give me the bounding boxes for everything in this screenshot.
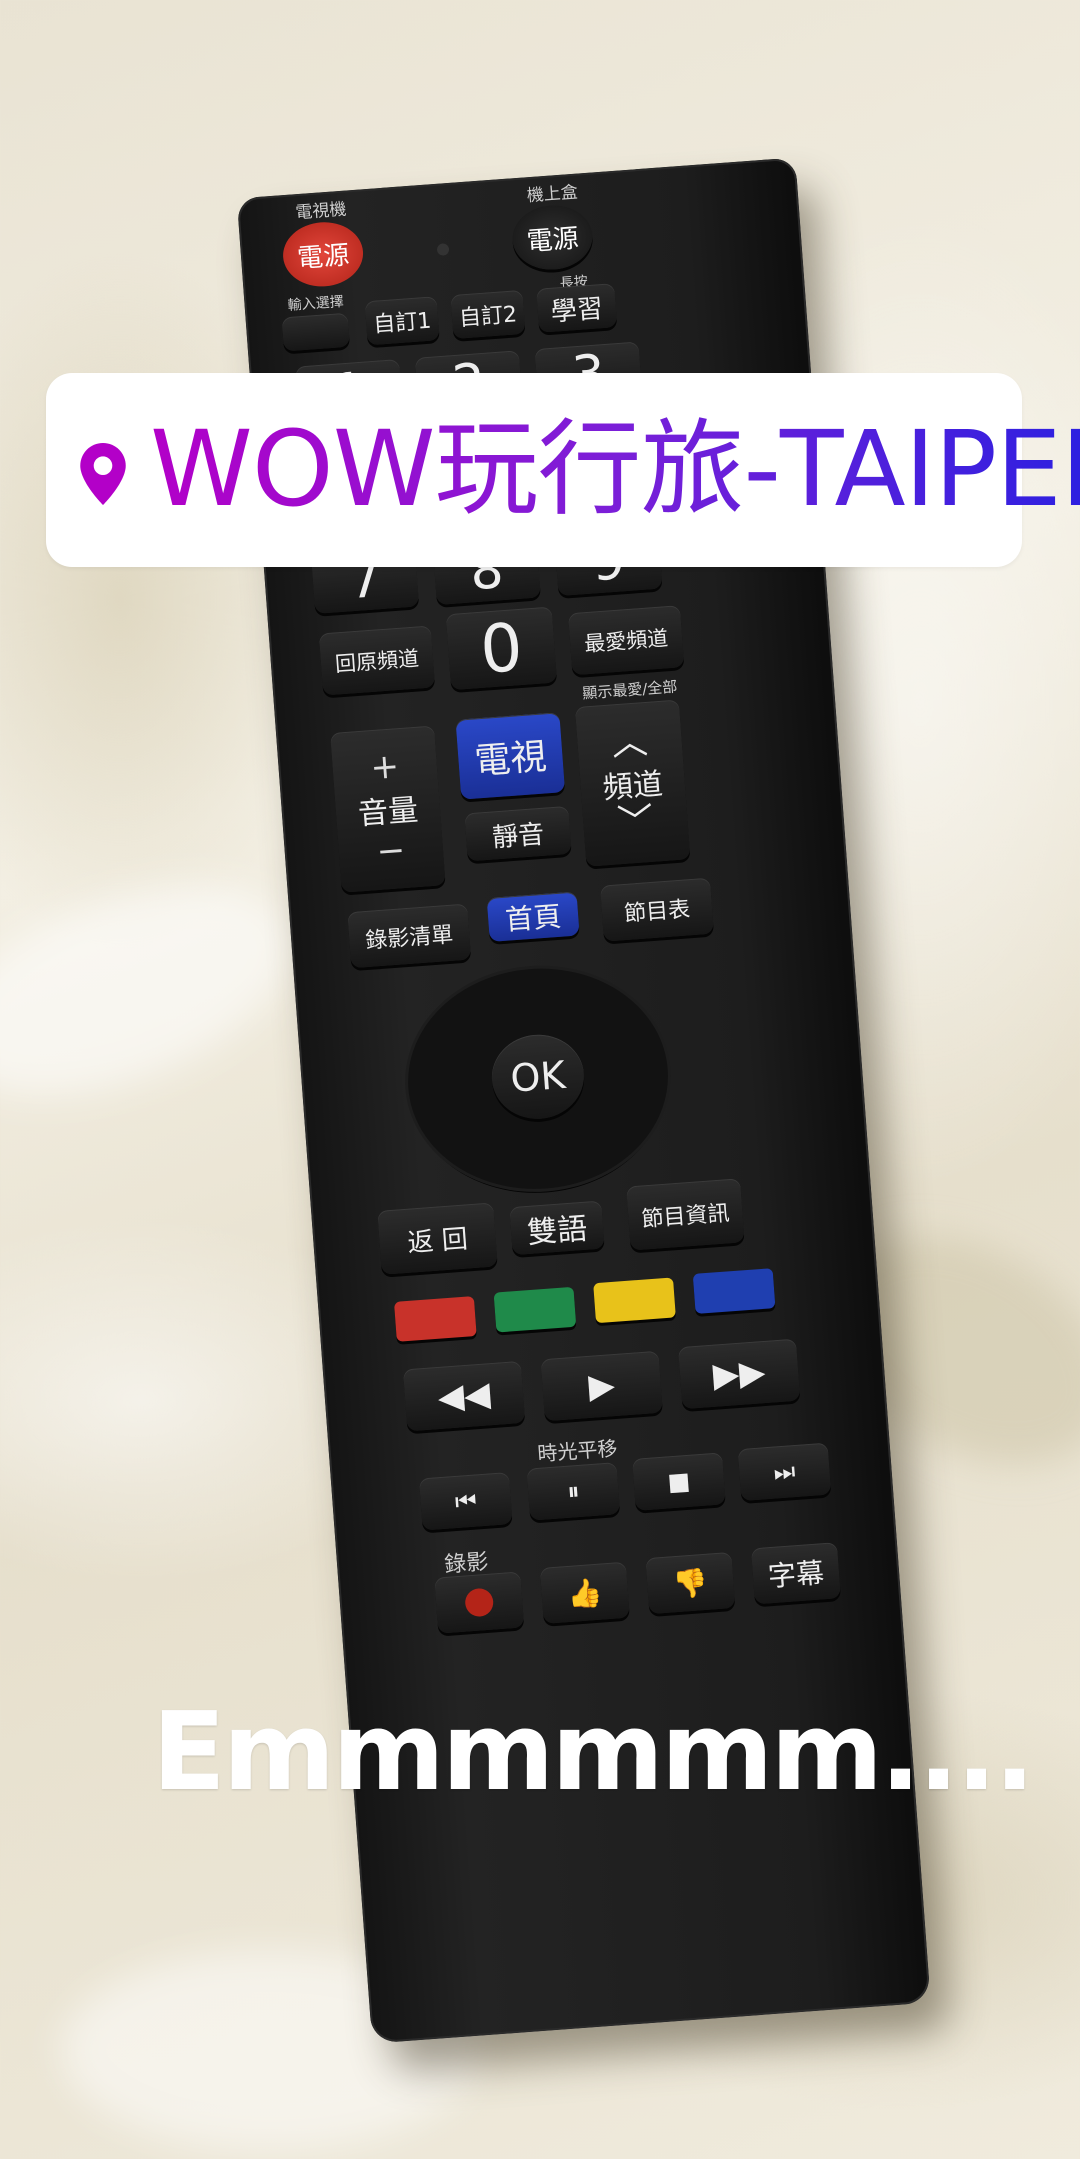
next-button[interactable]: ⏭ xyxy=(737,1442,832,1502)
channel-rocker[interactable]: ︿ 頻道 ﹀ xyxy=(574,699,691,867)
ir-led-icon xyxy=(436,243,450,256)
program-guide-button[interactable]: 節目表 xyxy=(600,877,714,942)
custom2-button[interactable]: 自訂2 xyxy=(450,289,526,340)
stb-label: 機上盒 xyxy=(526,182,579,207)
record-list-button[interactable]: 錄影清單 xyxy=(347,903,472,969)
blue-key[interactable] xyxy=(692,1268,776,1314)
fast-forward-icon: ▶▶ xyxy=(711,1352,767,1396)
pause-icon: ⏸ xyxy=(566,1476,581,1506)
record-button[interactable] xyxy=(434,1571,525,1634)
stb-power-button[interactable]: 電源 xyxy=(510,202,595,273)
thumbs-up-button[interactable]: 👍 xyxy=(539,1561,630,1624)
back-channel-button[interactable]: 回原頻道 xyxy=(318,625,436,696)
favorite-channel-button[interactable]: 最愛頻道 xyxy=(568,605,685,676)
thumbs-down-button[interactable]: 👎 xyxy=(645,1551,736,1615)
mute-button[interactable]: 靜音 xyxy=(464,805,572,862)
red-key[interactable] xyxy=(393,1296,477,1342)
green-key[interactable] xyxy=(493,1286,577,1333)
tv-mode-button[interactable]: 電視 xyxy=(455,712,566,800)
fast-forward-button[interactable]: ▶▶ xyxy=(678,1338,801,1410)
volume-label: 音量 xyxy=(356,792,420,833)
location-sticker[interactable]: WOW玩行旅-TAIPEI xyxy=(46,373,1080,567)
yellow-key[interactable] xyxy=(593,1277,676,1324)
tv-power-button[interactable]: 電源 xyxy=(280,219,366,290)
custom1-button[interactable]: 自訂1 xyxy=(364,296,440,346)
pause-button[interactable]: ⏸ xyxy=(526,1462,621,1521)
play-icon: ▶ xyxy=(587,1365,617,1407)
volume-rocker[interactable]: + 音量 − xyxy=(330,725,446,893)
fabric-fold xyxy=(0,843,320,1137)
thumbs-down-icon: 👎 xyxy=(671,1565,709,1601)
back-button[interactable]: 返 回 xyxy=(377,1202,498,1275)
digit-0-button[interactable]: 0 xyxy=(445,606,558,691)
timeshift-label: 時光平移 xyxy=(536,1436,619,1466)
input-select-button[interactable] xyxy=(281,312,350,352)
chevron-up-icon[interactable]: ︿ xyxy=(610,721,649,765)
record-dot-icon xyxy=(464,1587,495,1618)
home-button[interactable]: 首頁 xyxy=(486,891,580,942)
input-label: 輸入選擇 xyxy=(287,293,345,315)
stop-icon: ■ xyxy=(666,1466,692,1497)
rewind-button[interactable]: ◀◀ xyxy=(402,1360,526,1432)
tv-label: 電視機 xyxy=(294,199,348,224)
channel-label: 頻道 xyxy=(601,766,665,807)
chevron-down-icon[interactable]: ﹀ xyxy=(616,801,655,845)
stop-button[interactable]: ■ xyxy=(632,1452,726,1511)
rewind-icon: ◀◀ xyxy=(436,1374,492,1418)
learn-button[interactable]: 學習 xyxy=(536,283,618,333)
story-caption: Emmmmmm.... xyxy=(152,1690,1035,1815)
subtitle-button[interactable]: 字幕 xyxy=(751,1542,841,1605)
location-text: WOW玩行旅-TAIPEI xyxy=(150,409,1080,529)
skip-back-icon: ⏮ xyxy=(453,1486,478,1516)
previous-button[interactable]: ⏮ xyxy=(418,1472,513,1531)
thumbs-up-icon: 👍 xyxy=(566,1575,604,1611)
program-info-button[interactable]: 節目資訊 xyxy=(626,1178,745,1251)
dual-language-button[interactable]: 雙語 xyxy=(509,1200,605,1256)
skip-forward-icon: ⏭ xyxy=(772,1457,797,1487)
location-pin-icon xyxy=(80,443,126,505)
play-button[interactable]: ▶ xyxy=(540,1350,663,1422)
volume-up-icon[interactable]: + xyxy=(369,746,400,788)
volume-down-icon[interactable]: − xyxy=(375,830,406,872)
